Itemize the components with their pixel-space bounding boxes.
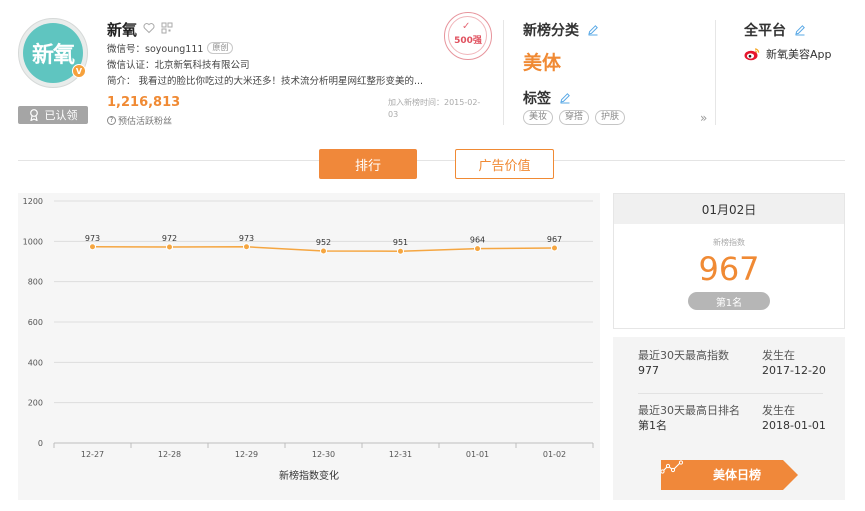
category-title-row: 新榜分类 bbox=[523, 20, 599, 40]
tabs-divider bbox=[18, 160, 845, 161]
qrcode-icon[interactable] bbox=[161, 22, 173, 34]
data-point bbox=[320, 247, 327, 255]
max-index-label: 最近30天最高指数 bbox=[638, 349, 729, 362]
award-icon bbox=[29, 109, 38, 121]
x-tick-label: 12-30 bbox=[312, 450, 335, 459]
tag-item[interactable]: 护肤 bbox=[595, 110, 626, 125]
y-tick-label: 800 bbox=[28, 278, 43, 287]
wechat-verification: 微信认证：北京新氧科技有限公司 bbox=[107, 60, 250, 71]
data-label: 973 bbox=[85, 234, 100, 243]
data-point bbox=[166, 243, 173, 251]
max-rank-date: 2018-01-01 bbox=[762, 419, 826, 432]
divider bbox=[503, 20, 504, 125]
y-tick-label: 400 bbox=[28, 358, 43, 367]
help-icon[interactable]: ? bbox=[107, 116, 116, 125]
fans-label-row: ? 预估活跃粉丝 bbox=[107, 114, 172, 127]
data-point bbox=[397, 247, 404, 255]
date-index-card: 01月02日 新榜指数 967 第1名 bbox=[613, 193, 845, 329]
tab-rank[interactable]: 排行 bbox=[319, 149, 417, 179]
max-rank-label: 最近30天最高日排名 bbox=[638, 404, 740, 417]
max-rank-when-label: 发生在 bbox=[762, 404, 795, 417]
top500-stamp: ✓ 500强 bbox=[444, 12, 492, 60]
wechat-id: 微信号：soyoung111 bbox=[107, 44, 204, 55]
max-index-value: 977 bbox=[638, 364, 659, 377]
data-point bbox=[89, 243, 96, 251]
max-rank-when: 发生在 2018-01-01 bbox=[762, 403, 826, 433]
weibo-link[interactable]: 新氧美容App bbox=[744, 46, 832, 62]
data-label: 964 bbox=[470, 236, 485, 245]
y-tick-label: 0 bbox=[38, 439, 43, 448]
heart-icon[interactable] bbox=[143, 22, 155, 34]
tab-ad-value[interactable]: 广告价值 bbox=[455, 149, 554, 179]
data-point bbox=[474, 245, 481, 253]
more-tags-arrow[interactable]: » bbox=[700, 111, 707, 125]
data-point bbox=[551, 244, 558, 252]
data-label: 967 bbox=[547, 235, 562, 244]
claimed-label: 已认领 bbox=[44, 109, 78, 122]
tag-item[interactable]: 穿搭 bbox=[559, 110, 590, 125]
edit-pencil-icon[interactable] bbox=[559, 92, 571, 104]
x-tick-label: 12-27 bbox=[81, 450, 104, 459]
avatar: 新氧 V bbox=[18, 18, 88, 88]
stamp-text: 500强 bbox=[454, 36, 482, 46]
edit-pencil-icon[interactable] bbox=[794, 24, 806, 36]
divider bbox=[715, 20, 716, 125]
wechat-id-row: 微信号：soyoung111 原创 bbox=[107, 41, 234, 55]
fans-count: 1,216,813 bbox=[107, 95, 181, 110]
edit-pencil-icon[interactable] bbox=[587, 24, 599, 36]
claimed-badge: 已认领 bbox=[18, 106, 88, 124]
x-tick-label: 12-28 bbox=[158, 450, 181, 459]
y-tick-label: 200 bbox=[28, 399, 43, 408]
max-index-when-label: 发生在 bbox=[762, 349, 795, 362]
check-icon: ✓ bbox=[462, 21, 471, 32]
data-label: 952 bbox=[316, 238, 331, 247]
category-value[interactable]: 美体 bbox=[523, 48, 561, 75]
selected-date: 01月02日 bbox=[614, 194, 844, 224]
chart-x-label: 新榜指数变化 bbox=[279, 471, 339, 482]
data-point bbox=[243, 243, 250, 251]
max-index-stat: 最近30天最高指数 977 bbox=[638, 348, 729, 378]
data-label: 951 bbox=[393, 238, 408, 247]
join-time: 加入新榜时间：2015-02-03 bbox=[388, 98, 481, 119]
x-tick-label: 01-01 bbox=[466, 450, 489, 459]
original-tag: 原创 bbox=[207, 42, 234, 54]
trend-line-icon bbox=[661, 460, 683, 474]
tag-item[interactable]: 美妆 bbox=[523, 110, 554, 125]
max-rank-value: 第1名 bbox=[638, 419, 667, 432]
weibo-icon bbox=[744, 48, 760, 61]
daily-rank-label: 美体日榜 bbox=[713, 468, 762, 482]
account-name: 新氧 bbox=[107, 21, 138, 39]
platform-title-row: 全平台 bbox=[744, 20, 806, 40]
x-tick-label: 12-31 bbox=[389, 450, 412, 459]
max-rank-stat: 最近30天最高日排名 第1名 bbox=[638, 403, 740, 433]
account-intro: 简介： 我看过的脸比你吃过的大米还多！技术流分析明星网红整形变美的... bbox=[107, 76, 424, 87]
x-tick-label: 12-29 bbox=[235, 450, 258, 459]
index-label: 新榜指数 bbox=[713, 238, 745, 247]
index-value: 967 bbox=[698, 250, 760, 288]
x-tick-label: 01-02 bbox=[543, 450, 566, 459]
platform-title: 全平台 bbox=[744, 23, 786, 39]
stats-divider bbox=[638, 393, 823, 394]
data-label: 973 bbox=[239, 234, 254, 243]
daily-rank-button[interactable]: 美体日榜 bbox=[661, 460, 799, 490]
max-index-date: 2017-12-20 bbox=[762, 364, 826, 377]
rank-badge: 第1名 bbox=[688, 292, 770, 310]
weibo-label: 新氧美容App bbox=[766, 48, 832, 61]
data-label: 972 bbox=[162, 234, 177, 243]
y-tick-label: 1200 bbox=[23, 197, 43, 206]
y-tick-label: 1000 bbox=[23, 237, 43, 246]
index-line-chart: 0 200 400 600 800 1000 1200 12-27 12-28 12-29 12-3… bbox=[23, 197, 594, 459]
verified-v-icon: V bbox=[72, 64, 86, 78]
fans-label: 预估活跃粉丝 bbox=[118, 117, 173, 127]
category-title: 新榜分类 bbox=[523, 23, 579, 39]
tag-list: 美妆 穿搭 护肤 bbox=[523, 110, 626, 125]
y-tick-label: 600 bbox=[28, 318, 43, 327]
tags-title-row: 标签 bbox=[523, 88, 571, 108]
tags-title: 标签 bbox=[523, 91, 551, 107]
max-index-when: 发生在 2017-12-20 bbox=[762, 348, 826, 378]
index-chart: 0 200 400 600 800 1000 1200 12-27 12-28 12-29 12-3… bbox=[18, 193, 600, 500]
